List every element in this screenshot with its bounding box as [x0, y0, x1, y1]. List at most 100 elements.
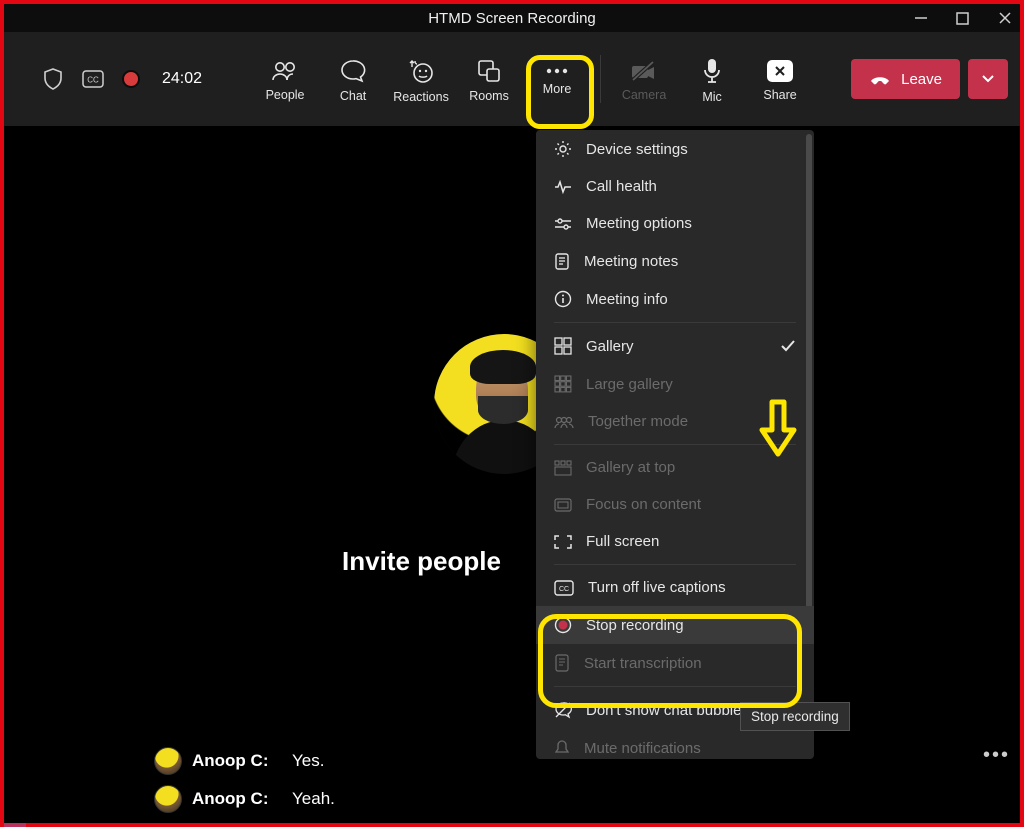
menu-label: Meeting info: [586, 291, 668, 308]
menu-meeting-notes[interactable]: Meeting notes: [536, 242, 814, 280]
menu-label: Stop recording: [586, 617, 684, 634]
minimize-button[interactable]: [914, 11, 930, 25]
camera-off-icon: [631, 60, 657, 82]
bell-off-icon: [554, 739, 570, 757]
menu-divider: [554, 322, 796, 323]
more-icon: [543, 66, 571, 76]
more-label: More: [543, 82, 571, 96]
recording-indicator-icon: [122, 70, 140, 88]
hangup-icon: [869, 72, 891, 86]
gear-icon: [554, 140, 572, 158]
caption-avatar: [154, 747, 182, 775]
caption-speaker: Anoop C:: [192, 751, 276, 771]
more-button[interactable]: More: [526, 54, 588, 104]
menu-label: Gallery: [586, 338, 634, 355]
svg-text:CC: CC: [87, 76, 99, 85]
menu-label: Turn off live captions: [588, 579, 726, 596]
menu-label: Device settings: [586, 141, 688, 158]
share-label: Share: [763, 88, 796, 102]
menu-label: Together mode: [588, 413, 688, 430]
menu-divider: [554, 686, 796, 687]
reactions-label: Reactions: [393, 90, 449, 104]
fullscreen-icon: [554, 535, 572, 549]
leave-button[interactable]: Leave: [851, 59, 960, 99]
rooms-button[interactable]: Rooms: [458, 54, 520, 104]
focus-icon: [554, 498, 572, 512]
window-title: HTMD Screen Recording: [428, 10, 596, 27]
menu-gallery-at-top: Gallery at top: [536, 449, 814, 486]
titlebar: HTMD Screen Recording: [4, 4, 1020, 32]
menu-label: Meeting notes: [584, 253, 678, 270]
menu-device-settings[interactable]: Device settings: [536, 130, 814, 168]
people-button[interactable]: People: [254, 54, 316, 104]
chat-icon: [340, 59, 366, 83]
toolbar-separator: [600, 55, 601, 103]
menu-gallery[interactable]: Gallery: [536, 327, 814, 365]
gallery-icon: [554, 337, 572, 355]
menu-label: Gallery at top: [586, 459, 675, 476]
more-dropdown-menu: Device settings Call health Meeting opti…: [536, 130, 814, 759]
menu-label: Full screen: [586, 533, 659, 550]
sliders-icon: [554, 217, 572, 231]
overflow-button[interactable]: •••: [983, 744, 1010, 767]
share-button[interactable]: Share: [749, 54, 811, 104]
shield-icon[interactable]: [42, 67, 64, 91]
people-label: People: [266, 88, 305, 102]
leave-dropdown-button[interactable]: [968, 59, 1008, 99]
caption-avatar: [154, 785, 182, 813]
menu-divider: [554, 444, 796, 445]
rooms-icon: [477, 59, 501, 83]
menu-meeting-info[interactable]: Meeting info: [536, 280, 814, 318]
call-timer: 24:02: [162, 70, 202, 88]
menu-label: Focus on content: [586, 496, 701, 513]
share-icon: [767, 60, 793, 82]
large-gallery-icon: [554, 375, 572, 393]
info-icon: [554, 290, 572, 308]
menu-meeting-options[interactable]: Meeting options: [536, 205, 814, 242]
caption-speaker: Anoop C:: [192, 789, 276, 809]
menu-label: Don't show chat bubbles: [586, 702, 749, 719]
together-icon: [554, 415, 574, 429]
chat-button[interactable]: Chat: [322, 54, 384, 104]
camera-button[interactable]: Camera: [613, 54, 675, 104]
notes-icon: [554, 252, 570, 270]
menu-label: Meeting options: [586, 215, 692, 232]
menu-label: Start transcription: [584, 655, 702, 672]
close-button[interactable]: [998, 11, 1014, 25]
camera-label: Camera: [622, 88, 666, 102]
mic-icon: [702, 58, 722, 84]
menu-label: Mute notifications: [584, 740, 701, 757]
chat-off-icon: [554, 701, 572, 719]
menu-mute-notifications[interactable]: Mute notifications: [536, 729, 814, 759]
invite-people-text: Invite people: [342, 546, 501, 577]
tooltip: Stop recording: [740, 702, 850, 731]
mic-button[interactable]: Mic: [681, 54, 743, 104]
transcription-icon: [554, 654, 570, 672]
caption-text: Yeah.: [292, 789, 335, 809]
rooms-label: Rooms: [469, 89, 509, 103]
reactions-icon: [408, 58, 434, 84]
caption-row: Anoop C: Yeah.: [154, 785, 754, 813]
menu-start-transcription: Start transcription: [536, 644, 814, 682]
svg-text:CC: CC: [559, 586, 569, 593]
menu-call-health[interactable]: Call health: [536, 168, 814, 205]
menu-label: Call health: [586, 178, 657, 195]
meeting-toolbar: CC 24:02 People Chat Re: [4, 32, 1020, 126]
menu-divider: [554, 564, 796, 565]
leave-label: Leave: [901, 71, 942, 88]
reactions-button[interactable]: Reactions: [390, 54, 452, 104]
chevron-down-icon: [981, 74, 995, 84]
menu-turn-off-captions[interactable]: CC Turn off live captions: [536, 569, 814, 606]
meeting-stage: Invite people Device settings Call healt…: [4, 126, 1020, 823]
menu-together-mode: Together mode: [536, 403, 814, 440]
people-icon: [271, 60, 299, 82]
health-icon: [554, 180, 572, 194]
mic-label: Mic: [702, 90, 721, 104]
captions-indicator-icon[interactable]: CC: [82, 70, 104, 88]
menu-stop-recording[interactable]: Stop recording: [536, 606, 814, 644]
maximize-button[interactable]: [956, 12, 972, 25]
menu-full-screen[interactable]: Full screen: [536, 523, 814, 560]
gallery-top-icon: [554, 460, 572, 476]
record-icon: [554, 616, 572, 634]
menu-focus-on-content: Focus on content: [536, 486, 814, 523]
